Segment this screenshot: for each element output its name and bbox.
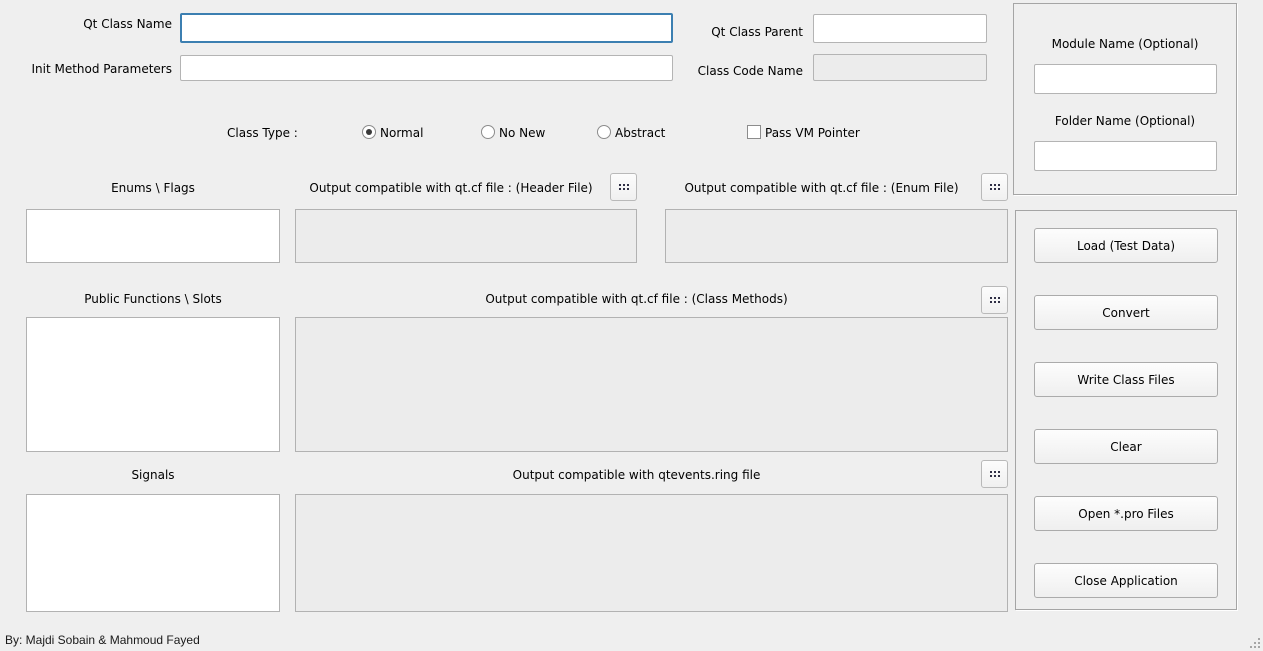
grid-dots-icon (990, 297, 992, 299)
radio-no-new[interactable] (481, 125, 495, 139)
folder-name-label: Folder Name (Optional) (1014, 114, 1236, 129)
enums-flags-label: Enums \ Flags (26, 181, 280, 196)
class-methods-expand-button[interactable] (981, 286, 1008, 314)
qt-class-name-input[interactable] (180, 13, 673, 43)
qtevents-output-label: Output compatible with qtevents.ring fil… (295, 468, 978, 483)
radio-normal-label[interactable]: Normal (380, 126, 423, 141)
resize-grip-icon[interactable] (1248, 636, 1260, 648)
class-methods-output-label: Output compatible with qt.cf file : (Cla… (295, 292, 978, 307)
module-name-input[interactable] (1034, 64, 1217, 94)
grid-dots-icon (619, 184, 621, 186)
open-pro-files-button[interactable]: Open *.pro Files (1034, 496, 1218, 531)
qt-class-parent-label: Qt Class Parent (640, 25, 803, 40)
clear-button[interactable]: Clear (1034, 429, 1218, 464)
folder-name-input[interactable] (1034, 141, 1217, 171)
write-class-files-button[interactable]: Write Class Files (1034, 362, 1218, 397)
header-file-expand-button[interactable] (610, 173, 637, 201)
class-code-name-label: Class Code Name (640, 64, 803, 79)
qt-class-name-label: Qt Class Name (0, 17, 172, 32)
convert-button[interactable]: Convert (1034, 295, 1218, 330)
public-functions-slots-label: Public Functions \ Slots (26, 292, 280, 307)
module-name-label: Module Name (Optional) (1014, 37, 1236, 52)
enum-file-output-area (665, 209, 1008, 263)
init-method-parameters-input[interactable] (180, 55, 673, 81)
qt-class-parent-input[interactable] (813, 14, 987, 43)
module-folder-panel: Module Name (Optional) Folder Name (Opti… (1013, 3, 1237, 195)
checkbox-pass-vm-pointer[interactable] (747, 125, 761, 139)
enum-file-expand-button[interactable] (981, 173, 1008, 201)
signals-label: Signals (26, 468, 280, 483)
header-file-output-area (295, 209, 637, 263)
radio-abstract[interactable] (597, 125, 611, 139)
grid-dots-icon (990, 471, 992, 473)
qtevents-output-area (295, 494, 1008, 612)
signals-textarea[interactable] (26, 494, 280, 612)
load-test-data-button[interactable]: Load (Test Data) (1034, 228, 1218, 263)
grid-dots-icon (990, 184, 992, 186)
class-methods-output-area (295, 317, 1008, 452)
class-type-label: Class Type : (227, 126, 298, 141)
radio-no-new-label[interactable]: No New (499, 126, 545, 141)
init-method-parameters-label: Init Method Parameters (0, 62, 172, 77)
pass-vm-pointer-label[interactable]: Pass VM Pointer (765, 126, 860, 141)
radio-abstract-label[interactable]: Abstract (615, 126, 665, 141)
close-application-button[interactable]: Close Application (1034, 563, 1218, 598)
statusbar-credit: By: Majdi Sobain & Mahmoud Fayed (5, 633, 200, 647)
enum-file-output-label: Output compatible with qt.cf file : (Enu… (665, 181, 978, 196)
qtevents-expand-button[interactable] (981, 460, 1008, 488)
enums-flags-textarea[interactable] (26, 209, 280, 263)
radio-normal[interactable] (362, 125, 376, 139)
header-file-output-label: Output compatible with qt.cf file : (Hea… (295, 181, 607, 196)
class-code-name-input (813, 54, 987, 81)
public-functions-slots-textarea[interactable] (26, 317, 280, 452)
actions-panel: Load (Test Data) Convert Write Class Fil… (1015, 210, 1237, 610)
